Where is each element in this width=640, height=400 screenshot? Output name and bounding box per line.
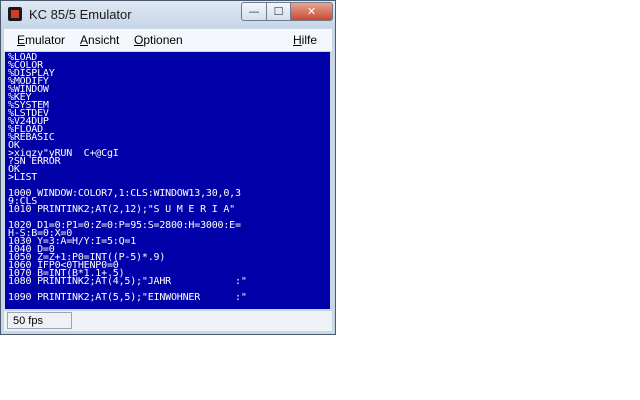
close-button[interactable]: ✕ [290,2,333,21]
menu-ansicht[interactable]: Ansicht [80,33,119,47]
screen-line: 1080 PRINTINK2;AT(4,5);"JAHR :" [8,276,247,287]
minimize-button[interactable]: — [241,2,267,21]
emulator-window: KC 85/5 Emulator — ☐ ✕ Emulator Ansicht … [0,0,336,335]
screen-line: 1010 PRINTINK2;AT(2,12);"S U M E R I A" [8,204,235,215]
screen-line: 1000 WINDOW:COLOR7,1:CLS:WINDOW13,30,0,3 [8,188,241,199]
menu-bar: Emulator Ansicht Optionen Hilfe [4,29,332,51]
maximize-icon: ☐ [273,5,284,18]
menu-optionen[interactable]: Optionen [134,33,183,47]
app-icon[interactable] [8,7,22,21]
maximize-button[interactable]: ☐ [266,2,291,21]
minimize-icon: — [248,5,260,18]
screen-line: >LIST [8,172,38,183]
window-title: KC 85/5 Emulator [29,7,132,22]
fps-readout: 50 fps [13,315,43,327]
menu-hilfe[interactable]: Hilfe [293,33,317,47]
screen-line: 1090 PRINTINK2;AT(5,5);"EINWOHNER :" [8,292,247,303]
close-icon: ✕ [306,5,317,18]
title-bar[interactable]: KC 85/5 Emulator — ☐ ✕ [1,1,335,28]
status-bar: 50 fps [4,311,332,331]
emulator-screen[interactable]: %LOAD %COLOR %DISPLAY %MODIFY %WINDOW %KEY %SY… [5,52,330,309]
menu-emulator[interactable]: Emulator [17,33,65,47]
fps-pane: 50 fps [7,312,72,329]
